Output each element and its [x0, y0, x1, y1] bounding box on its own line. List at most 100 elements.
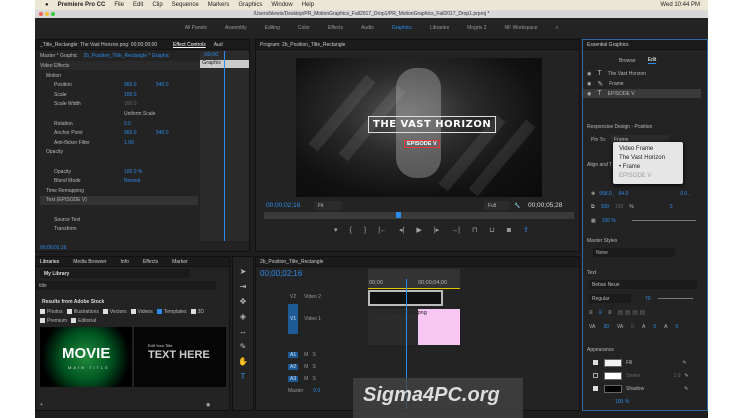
more-workspaces-icon[interactable]: »: [556, 25, 559, 31]
filter-checkbox[interactable]: Vectors: [99, 309, 127, 315]
fit-select[interactable]: Fit: [314, 201, 342, 210]
minimize-button[interactable]: [45, 12, 49, 16]
menu-graphics[interactable]: Graphics: [238, 2, 262, 8]
property-value[interactable]: 0.0: [124, 121, 156, 127]
episode-text[interactable]: EPISODE V: [404, 140, 440, 148]
program-timecode[interactable]: 00;00;02;16: [266, 201, 300, 210]
menu-edit[interactable]: Edit: [133, 2, 143, 8]
property-value[interactable]: 1.00: [124, 140, 156, 146]
ws-audio[interactable]: Audio: [361, 25, 374, 31]
effect-property-row[interactable]: Rotation 0.0: [40, 119, 198, 128]
step-forward-icon[interactable]: |▸: [434, 226, 439, 234]
menu-help[interactable]: Help: [302, 2, 314, 8]
menu-window[interactable]: Window: [271, 2, 292, 8]
tab-effects[interactable]: Effects: [143, 259, 158, 265]
tracking-value[interactable]: 30: [603, 324, 609, 330]
opacity-slider[interactable]: [631, 220, 696, 221]
align-center-icon[interactable]: ≡: [599, 310, 603, 316]
scale-value[interactable]: 100: [601, 204, 609, 210]
track-a1[interactable]: A1: [288, 352, 299, 358]
video-frame[interactable]: THE VAST HORIZON EPISODE V: [296, 58, 542, 197]
ws-all-panels[interactable]: All Panels: [185, 25, 207, 31]
effect-property-row[interactable]: Position 960.0 540.0: [40, 81, 198, 90]
track-v1[interactable]: V1: [288, 304, 299, 334]
timeline-ruler[interactable]: 00;00 00;00;04;00: [368, 269, 460, 289]
property-value[interactable]: 100.0: [124, 92, 156, 98]
step-back-icon[interactable]: ◂|: [399, 226, 404, 234]
master-clip[interactable]: Master * Graphic: [40, 53, 78, 59]
dropdown-option-selected[interactable]: • Frame: [619, 163, 677, 172]
filter-checkbox[interactable]: Editorial: [67, 318, 96, 324]
track-v2[interactable]: V2: [288, 294, 298, 300]
shadow-opacity[interactable]: 100 %: [615, 397, 629, 406]
ws-libraries[interactable]: Libraries: [430, 25, 449, 31]
master-style-select[interactable]: None: [593, 248, 675, 257]
font-size-slider[interactable]: [658, 298, 693, 299]
ws-mogrts[interactable]: Mogrts 2: [467, 25, 486, 31]
eye-icon[interactable]: ◉: [206, 400, 210, 409]
mark-in-icon[interactable]: {: [350, 227, 352, 234]
tab-info[interactable]: Info: [121, 259, 129, 265]
sequence-clip[interactable]: 2b_Position_Title_Rectangle * Graphic: [84, 53, 170, 59]
add-icon[interactable]: +: [40, 400, 43, 409]
opacity-value[interactable]: 100 %: [602, 218, 616, 224]
quality-select[interactable]: Full: [484, 201, 510, 210]
ripple-edit-icon[interactable]: ✥: [240, 297, 247, 306]
tab-edit[interactable]: Edit: [647, 57, 657, 64]
play-icon[interactable]: ▶: [416, 226, 421, 234]
tab-audio[interactable]: Aud: [214, 42, 223, 48]
pos-y[interactable]: 64.0: [619, 191, 629, 197]
menu-markers[interactable]: Markers: [208, 2, 230, 8]
timeline-timecode[interactable]: 00;00;02;16: [260, 269, 302, 278]
export-icon[interactable]: ⇪: [523, 226, 529, 234]
property-value[interactable]: 100.0 %: [124, 169, 156, 175]
effect-property-row[interactable]: Transform: [40, 225, 198, 234]
filter-checkbox[interactable]: 3D: [187, 309, 204, 315]
lift-icon[interactable]: ⊓: [472, 226, 477, 234]
stock-thumbnail[interactable]: MOVIE MAIN TITLE: [40, 327, 132, 387]
hand-icon[interactable]: ✋: [238, 357, 248, 366]
razor-icon[interactable]: ◈: [240, 312, 246, 321]
tab-browse[interactable]: Browse: [619, 58, 636, 64]
pen-icon[interactable]: ✎: [240, 342, 247, 351]
library-select[interactable]: My Library: [40, 269, 190, 278]
ws-assembly[interactable]: Assembly: [225, 25, 247, 31]
effect-property-row[interactable]: Motion: [40, 71, 198, 80]
ws-editing[interactable]: Editing: [265, 25, 280, 31]
justify-icon[interactable]: ▤ ▤ ▤ ▤: [618, 309, 646, 316]
source-tab[interactable]: _Title_Rectangle: The Vast Horizon.png: …: [40, 42, 165, 48]
effect-property-row[interactable]: Anchor Point 960.0 540.0: [40, 129, 198, 138]
font-size[interactable]: 70: [645, 294, 651, 303]
close-button[interactable]: [39, 12, 43, 16]
slip-icon[interactable]: ↔: [239, 327, 247, 336]
pos-x[interactable]: 958.0 ,: [599, 191, 614, 197]
extract-icon[interactable]: ⊔: [489, 226, 494, 234]
ws-graphics[interactable]: Graphics: [392, 25, 412, 31]
tab-libraries[interactable]: Libraries: [40, 259, 59, 265]
track-select-icon[interactable]: ⇥: [240, 282, 247, 291]
marker-icon[interactable]: ▾: [334, 226, 338, 234]
effect-property-row[interactable]: [40, 157, 198, 166]
clock[interactable]: Wed 10:44 PM: [660, 2, 708, 8]
align-left-icon[interactable]: ≡: [589, 310, 593, 316]
tab-markers[interactable]: Marker: [172, 259, 188, 265]
dropdown-option[interactable]: Video Frame: [619, 145, 677, 154]
stroke-width[interactable]: 1.0: [673, 373, 680, 379]
timeline-tab[interactable]: 2b_Position_Title_Rectangle: [260, 259, 323, 265]
mini-timeline[interactable]: ;00;00 Graphic: [200, 51, 249, 241]
playhead-handle[interactable]: [396, 212, 401, 218]
type-tool-icon[interactable]: T: [241, 372, 246, 381]
wrench-icon[interactable]: 🔧: [514, 201, 520, 210]
layer-item[interactable]: ◉ T EPISODE V: [583, 89, 701, 98]
property-value[interactable]: Uniform Scale: [124, 111, 156, 117]
property-value[interactable]: 960.0: [124, 130, 156, 136]
apple-icon[interactable]: ●: [45, 2, 49, 8]
effect-property-row[interactable]: Uniform Scale: [40, 109, 198, 118]
shadow-checkbox[interactable]: [593, 386, 598, 391]
eye-icon[interactable]: ◉: [587, 71, 591, 77]
go-to-out-icon[interactable]: →|: [451, 227, 460, 234]
scale-height-value[interactable]: 100: [615, 204, 623, 210]
video-clip[interactable]: The Vast Horizon.png: [368, 309, 460, 345]
filter-checkbox[interactable]: Templates: [153, 309, 187, 315]
program-tab[interactable]: Program: 2b_Position_Title_Rectangle: [260, 42, 345, 48]
